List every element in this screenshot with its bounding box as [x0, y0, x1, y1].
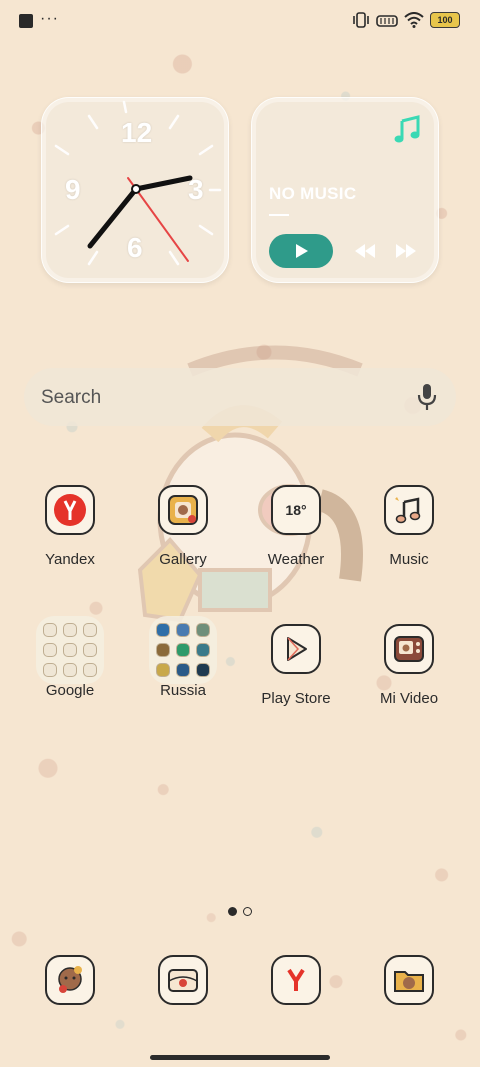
app-label: Weather: [267, 551, 325, 568]
file-manager-icon[interactable]: [384, 955, 434, 1005]
fast-forward-icon[interactable]: [394, 241, 418, 261]
search-bar[interactable]: [24, 368, 456, 426]
clock-hands: [87, 175, 193, 262]
music-icon: [384, 485, 434, 535]
app-label: Play Store: [261, 690, 331, 707]
app-yandex[interactable]: Yandex: [14, 485, 126, 568]
messages-icon[interactable]: [158, 955, 208, 1005]
search-input[interactable]: [39, 382, 403, 414]
app-gallery[interactable]: Gallery: [127, 485, 239, 568]
microphone-icon[interactable]: [417, 383, 437, 411]
app-play-store[interactable]: Play Store: [240, 624, 352, 707]
folder-google[interactable]: Google: [14, 616, 126, 699]
app-music[interactable]: Music: [353, 485, 465, 568]
yandex-browser-icon[interactable]: [271, 955, 321, 1005]
vibrate-icon: [353, 12, 369, 28]
folder-icon: [149, 616, 217, 684]
mi-video-icon: [384, 624, 434, 674]
app-label: Yandex: [45, 551, 95, 568]
app-label: Music: [389, 551, 429, 568]
home-gesture-bar[interactable]: [150, 1055, 330, 1060]
app-label: Russia: [160, 682, 206, 699]
volte-icon: [376, 15, 398, 27]
weather-temp: 18°: [285, 502, 307, 518]
gallery-icon: [158, 485, 208, 535]
app-weather[interactable]: 18° Weather: [240, 485, 352, 568]
music-note-icon: [394, 115, 420, 143]
contacts-icon[interactable]: [45, 955, 95, 1005]
more-notifications-icon: ···: [40, 10, 59, 27]
progress-indicator: [269, 214, 289, 216]
play-store-icon: [271, 624, 321, 674]
clock-widget[interactable]: 12 3 6 9: [41, 97, 229, 283]
page-dot-active[interactable]: [228, 907, 237, 916]
status-bar: ··· 100: [0, 0, 480, 42]
play-button[interactable]: [269, 234, 333, 268]
music-widget[interactable]: NO MUSIC: [251, 97, 439, 283]
play-icon: [296, 244, 308, 258]
app-label: Mi Video: [379, 690, 439, 707]
stop-square-icon: [19, 14, 33, 28]
page-dot[interactable]: [243, 907, 252, 916]
music-status: NO MUSIC: [269, 184, 357, 203]
yandex-icon: [45, 485, 95, 535]
app-mi-video[interactable]: Mi Video: [353, 624, 465, 707]
wifi-icon: [404, 12, 424, 28]
weather-icon: 18°: [271, 485, 321, 535]
folder-icon: [36, 616, 104, 684]
app-label: Gallery: [159, 551, 207, 568]
folder-russia[interactable]: Russia: [127, 616, 239, 699]
page-indicator: [228, 907, 252, 916]
rewind-icon[interactable]: [353, 241, 377, 261]
battery-icon: 100: [430, 12, 460, 28]
app-label: Google: [45, 682, 95, 699]
